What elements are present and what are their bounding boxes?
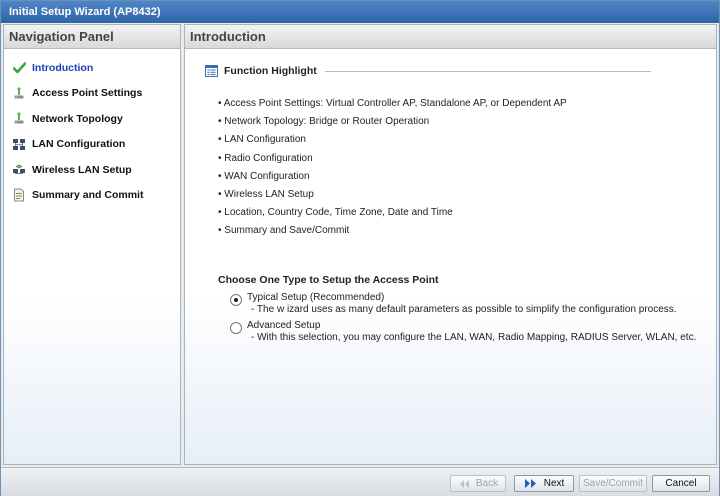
nav-list: Introduction Access Point Settings Netwo… — [4, 49, 180, 208]
function-highlight-section: Function Highlight — [205, 63, 651, 79]
advanced-setup-option[interactable]: Advanced Setup - With this selection, yo… — [230, 320, 696, 344]
nav-label: Introduction — [32, 61, 94, 74]
nav-item-wireless-lan-setup[interactable]: Wireless LAN Setup — [4, 157, 180, 183]
function-highlight-title: Function Highlight — [224, 65, 317, 77]
content-panel: Introduction Function Highlight • Access… — [184, 24, 717, 465]
typical-setup-description: - The w izard uses as many default param… — [251, 304, 677, 315]
nav-label: LAN Configuration — [32, 138, 126, 151]
advanced-setup-radio[interactable] — [230, 322, 242, 334]
list-item: • Wireless LAN Setup — [218, 188, 314, 200]
list-item: • Summary and Save/Commit — [218, 225, 350, 237]
list-item: • Access Point Settings: Virtual Control… — [218, 98, 567, 109]
list-item: • Radio Configuration — [218, 152, 313, 164]
nav-item-access-point-settings[interactable]: Access Point Settings — [4, 81, 180, 107]
access-point-icon — [12, 112, 26, 126]
advanced-setup-description: - With this selection, you may configure… — [251, 332, 697, 343]
advanced-setup-label: Advanced Setup — [247, 320, 321, 331]
cancel-button[interactable]: Cancel — [652, 475, 710, 492]
nav-label: Summary and Commit — [32, 189, 144, 202]
list-item: • WAN Configuration — [218, 170, 310, 182]
nav-item-summary-and-commit[interactable]: Summary and Commit — [4, 183, 180, 209]
feature-list: • Access Point Settings: Virtual Control… — [218, 95, 567, 241]
network-icon — [12, 137, 26, 151]
back-arrow-icon — [458, 479, 470, 488]
nav-label: Wireless LAN Setup — [32, 163, 132, 176]
typical-setup-option[interactable]: Typical Setup (Recommended) - The w izar… — [230, 292, 677, 316]
navigation-panel-header: Navigation Panel — [4, 25, 180, 49]
section-divider — [324, 70, 651, 72]
nav-label: Network Topology — [32, 112, 123, 125]
nav-item-introduction[interactable]: Introduction — [4, 55, 180, 81]
back-button-label: Back — [475, 478, 499, 489]
nav-item-network-topology[interactable]: Network Topology — [4, 106, 180, 132]
window-title: Initial Setup Wizard (AP8432) — [1, 1, 719, 23]
next-arrow-icon — [524, 479, 538, 488]
access-point-icon — [12, 86, 26, 100]
back-button[interactable]: Back — [450, 475, 506, 492]
nav-label: Access Point Settings — [32, 87, 143, 100]
document-icon — [12, 188, 26, 202]
wireless-network-icon — [12, 163, 26, 177]
content-panel-header: Introduction — [185, 25, 716, 49]
list-item: • Network Topology: Bridge or Router Ope… — [218, 116, 430, 128]
checkmark-icon — [12, 61, 26, 75]
button-bar: Back Next Save/Commit Cancel — [1, 467, 719, 496]
navigation-panel: Navigation Panel Introduction Access Poi… — [3, 24, 181, 465]
list-icon — [205, 65, 218, 77]
list-item: • LAN Configuration — [218, 134, 306, 146]
list-item: • Location, Country Code, Time Zone, Dat… — [218, 207, 453, 219]
save-commit-button[interactable]: Save/Commit — [579, 475, 647, 492]
wizard-window: Initial Setup Wizard (AP8432) Navigation… — [0, 0, 720, 496]
typical-setup-label: Typical Setup (Recommended) — [247, 292, 385, 303]
next-button-label: Next — [543, 478, 565, 489]
setup-type-heading: Choose One Type to Setup the Access Poin… — [218, 274, 439, 286]
nav-item-lan-configuration[interactable]: LAN Configuration — [4, 132, 180, 158]
next-button[interactable]: Next — [514, 475, 574, 492]
typical-setup-radio[interactable] — [230, 294, 242, 306]
